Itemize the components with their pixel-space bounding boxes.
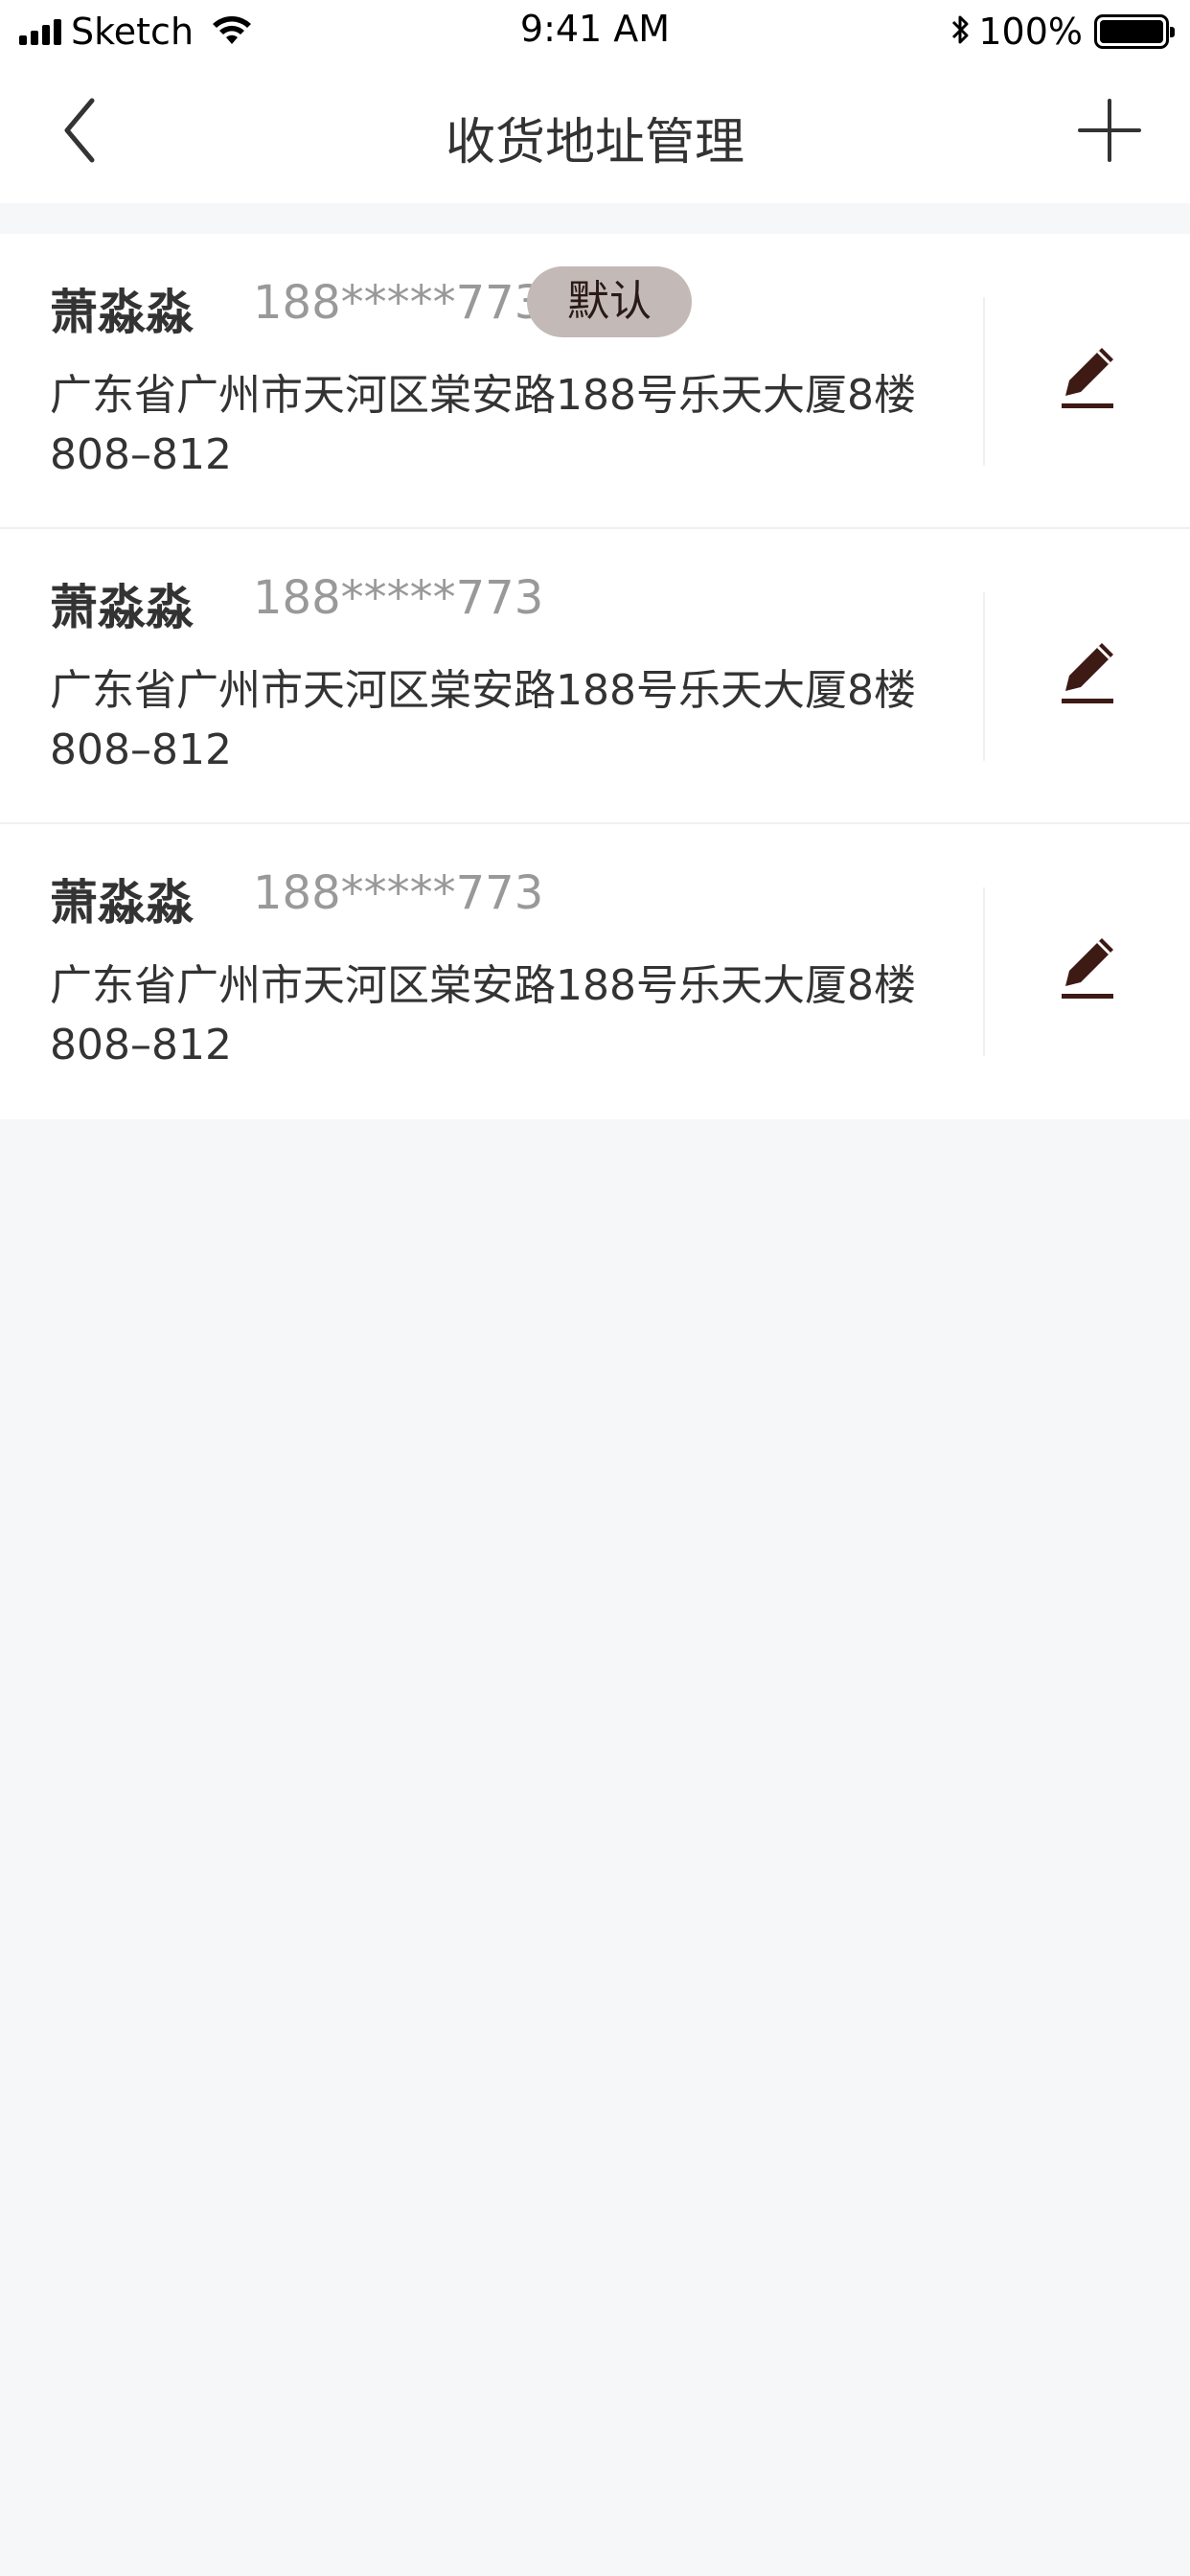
bluetooth-icon: [950, 12, 973, 51]
edit-address-button[interactable]: [1041, 629, 1136, 724]
address-text: 广东省广州市天河区棠安路188号乐天大厦8楼808–812: [50, 666, 916, 774]
edit-pencil-icon: [1060, 346, 1117, 417]
battery-icon: [1094, 14, 1175, 49]
recipient-phone: 188*****773: [253, 276, 544, 330]
edit-pencil-icon: [1060, 936, 1117, 1007]
recipient-phone: 188*****773: [253, 571, 544, 625]
edit-address-button[interactable]: [1041, 924, 1136, 1020]
status-right: 100%: [950, 8, 1175, 56]
battery-percent: 100%: [978, 11, 1083, 53]
address-list: 萧淼淼 188*****773 默认 广东省广州市天河区棠安路188号乐天大厦8…: [0, 234, 1190, 1119]
address-card[interactable]: 萧淼淼 188*****773 默认 广东省广州市天河区棠安路188号乐天大厦8…: [0, 234, 1190, 529]
address-card[interactable]: 萧淼淼 188*****773 广东省广州市天河区棠安路188号乐天大厦8楼80…: [0, 529, 1190, 824]
divider: [983, 887, 985, 1056]
plus-icon: [1078, 99, 1141, 166]
address-card[interactable]: 萧淼淼 188*****773 广东省广州市天河区棠安路188号乐天大厦8楼80…: [0, 824, 1190, 1119]
recipient-name: 萧淼淼: [50, 285, 194, 340]
edit-address-button[interactable]: [1041, 334, 1136, 429]
nav-bar: 收货地址管理: [0, 63, 1190, 203]
recipient-name: 萧淼淼: [50, 580, 194, 635]
recipient-name: 萧淼淼: [50, 875, 194, 931]
default-badge: 默认: [527, 266, 692, 337]
address-text: 广东省广州市天河区棠安路188号乐天大厦8楼808–812: [50, 371, 916, 479]
status-bar: Sketch 9:41 AM 100%: [0, 0, 1190, 63]
page-title: 收货地址管理: [445, 114, 744, 172]
add-address-button[interactable]: [1071, 94, 1148, 171]
divider: [983, 297, 985, 466]
edit-pencil-icon: [1060, 641, 1117, 712]
address-text: 广东省广州市天河区棠安路188号乐天大厦8楼808–812: [50, 961, 916, 1070]
recipient-phone: 188*****773: [253, 866, 544, 920]
divider: [983, 592, 985, 761]
